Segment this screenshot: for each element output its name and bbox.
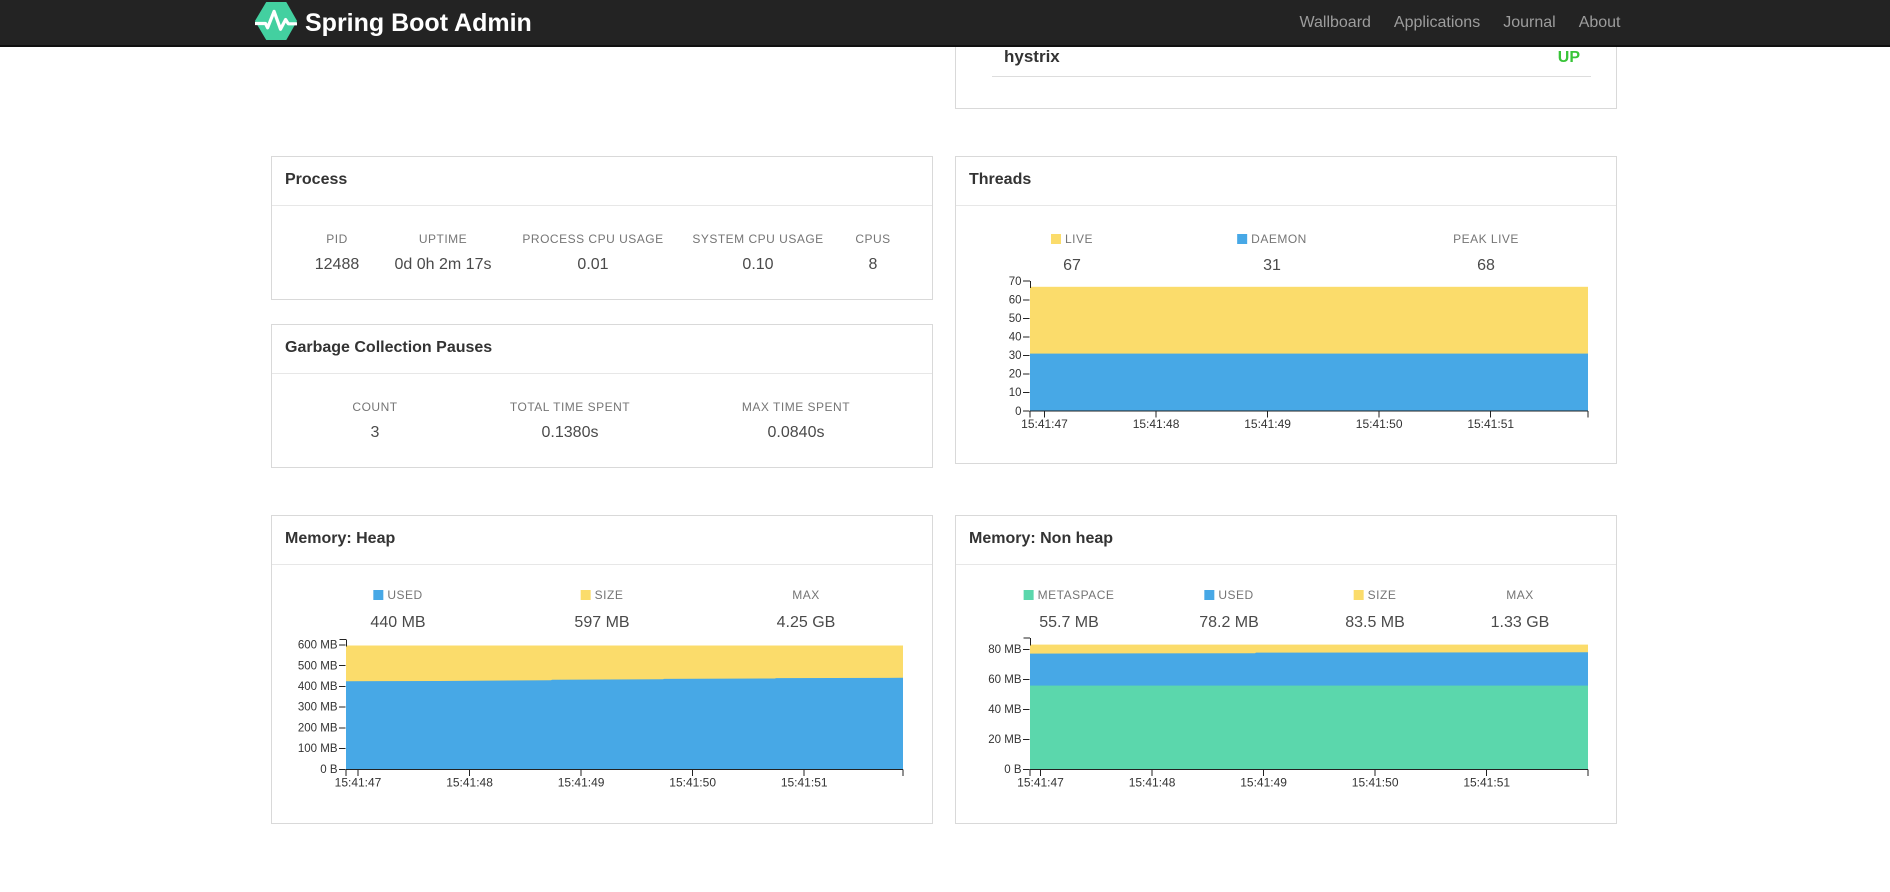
svg-text:15:41:50: 15:41:50 — [1352, 775, 1399, 789]
svg-text:15:41:47: 15:41:47 — [1021, 417, 1068, 431]
svg-text:20: 20 — [1009, 369, 1022, 381]
svg-text:80 MB: 80 MB — [988, 644, 1022, 656]
svg-text:200 MB: 200 MB — [298, 722, 338, 734]
svg-text:20 MB: 20 MB — [988, 734, 1022, 746]
svg-text:15:41:49: 15:41:49 — [1240, 775, 1287, 789]
svg-text:50: 50 — [1009, 313, 1022, 325]
svg-text:15:41:51: 15:41:51 — [1463, 775, 1510, 789]
svg-text:0: 0 — [1015, 406, 1021, 418]
svg-text:500 MB: 500 MB — [298, 660, 338, 672]
svg-text:60: 60 — [1009, 294, 1022, 306]
svg-text:15:41:48: 15:41:48 — [446, 775, 493, 789]
svg-text:70: 70 — [1009, 276, 1022, 288]
svg-text:0 B: 0 B — [1004, 764, 1022, 776]
svg-text:0 B: 0 B — [320, 764, 338, 776]
svg-text:15:41:47: 15:41:47 — [1017, 775, 1064, 789]
svg-text:15:41:48: 15:41:48 — [1129, 775, 1176, 789]
svg-text:400 MB: 400 MB — [298, 681, 338, 693]
svg-text:300 MB: 300 MB — [298, 702, 338, 714]
svg-text:15:41:49: 15:41:49 — [558, 775, 605, 789]
svg-text:15:41:49: 15:41:49 — [1244, 417, 1291, 431]
svg-text:15:41:47: 15:41:47 — [335, 775, 382, 789]
svg-text:10: 10 — [1009, 387, 1022, 399]
svg-text:100 MB: 100 MB — [298, 743, 338, 755]
svg-text:15:41:50: 15:41:50 — [669, 775, 716, 789]
svg-text:30: 30 — [1009, 350, 1022, 362]
svg-text:15:41:50: 15:41:50 — [1356, 417, 1403, 431]
svg-text:60 MB: 60 MB — [988, 674, 1022, 686]
svg-text:600 MB: 600 MB — [298, 640, 338, 652]
svg-text:15:41:51: 15:41:51 — [781, 775, 828, 789]
svg-text:15:41:48: 15:41:48 — [1133, 417, 1180, 431]
svg-text:40: 40 — [1009, 332, 1022, 344]
svg-text:15:41:51: 15:41:51 — [1467, 417, 1514, 431]
svg-text:40 MB: 40 MB — [988, 704, 1022, 716]
